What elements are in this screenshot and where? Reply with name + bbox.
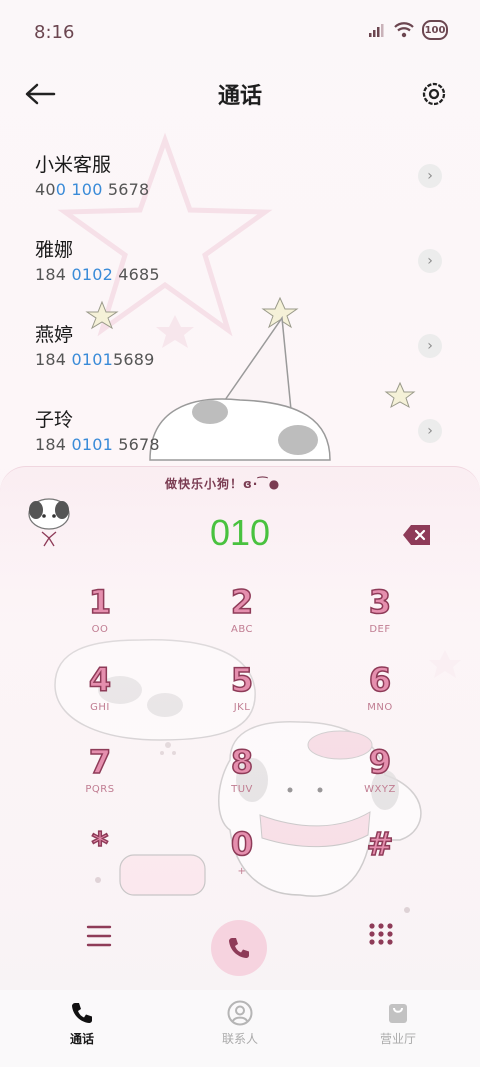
list-item[interactable]: 雅娜 184 0102 4685 › (0, 235, 480, 319)
list-item[interactable]: 燕婷 184 01015689 › (0, 320, 480, 404)
chevron-right-icon[interactable]: › (418, 419, 442, 443)
nav-tab-service-hall[interactable]: 营业厅 (348, 1000, 448, 1047)
wifi-icon (394, 22, 414, 38)
dial-key-8[interactable]: 8 TUV (182, 743, 302, 816)
chevron-right-icon[interactable]: › (418, 334, 442, 358)
contact-number: 400 100 5678 (35, 180, 150, 199)
dial-key-2[interactable]: 2 ABC (182, 583, 302, 656)
dial-key-7[interactable]: 7 PQRS (40, 743, 160, 816)
contact-name: 雅娜 (35, 239, 74, 261)
backspace-icon[interactable] (402, 524, 432, 546)
dial-key-1[interactable]: 1 OO (40, 583, 160, 656)
phone-icon (72, 1003, 92, 1023)
dial-key-0[interactable]: 0 + (182, 825, 302, 898)
chevron-right-icon[interactable]: › (418, 164, 442, 188)
signal-icon (369, 24, 384, 37)
contact-number: 184 0102 4685 (35, 265, 160, 284)
bottom-navigation: 通话 联系人 营业厅 (0, 990, 480, 1067)
status-time: 8:16 (34, 22, 75, 43)
contact-number: 184 0101 5678 (35, 435, 160, 454)
nav-tab-label: 联系人 (221, 1032, 258, 1046)
dial-key-6[interactable]: 6 MNO (320, 661, 440, 734)
phone-icon (229, 938, 249, 958)
contact-name: 小米客服 (35, 154, 112, 176)
contact-number: 184 01015689 (35, 350, 155, 369)
battery-icon: 100 (422, 20, 448, 40)
contact-name: 燕婷 (35, 324, 74, 346)
call-button[interactable] (211, 920, 267, 976)
gear-icon[interactable] (418, 78, 450, 110)
status-bar: 8:16 100 (0, 0, 480, 66)
list-item[interactable]: 小米客服 400 100 5678 › (0, 150, 480, 234)
contacts-icon (227, 1000, 253, 1026)
shopping-bag-icon (389, 1004, 407, 1023)
nav-tab-calls[interactable]: 通话 (32, 1000, 132, 1047)
dial-key-3[interactable]: 3 DEF (320, 583, 440, 656)
status-icons: 100 (368, 20, 448, 40)
contact-name: 子玲 (35, 409, 74, 431)
app-header: 通话 (0, 66, 480, 122)
keypad-grid-icon[interactable] (368, 922, 394, 950)
nav-tab-label: 通话 (69, 1032, 94, 1046)
dial-key-5[interactable]: 5 JKL (182, 661, 302, 734)
dial-key-hash[interactable]: # (320, 825, 440, 898)
page-title: 通话 (217, 84, 262, 109)
dial-key-4[interactable]: 4 GHI (40, 661, 160, 734)
dial-key-star[interactable]: * (40, 825, 160, 898)
chevron-right-icon[interactable]: › (418, 249, 442, 273)
menu-icon[interactable] (86, 924, 112, 948)
nav-tab-contacts[interactable]: 联系人 (190, 1000, 290, 1047)
dial-key-9[interactable]: 9 WXYZ (320, 743, 440, 816)
theme-banner-text: 做快乐小狗！ɞ· ͡ ● (165, 477, 281, 491)
nav-tab-label: 营业厅 (379, 1032, 416, 1046)
